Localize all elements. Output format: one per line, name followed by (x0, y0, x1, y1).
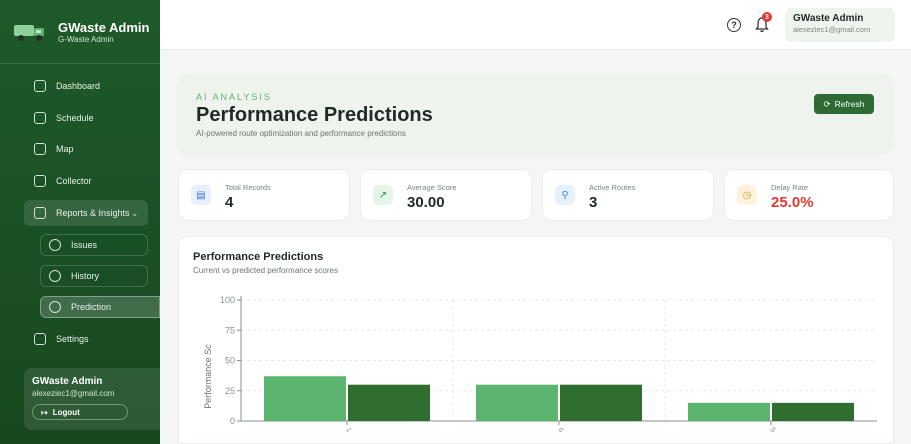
page-subtitle: AI-powered route optimization and perfor… (196, 129, 406, 138)
map-pin-icon: ⚲ (555, 185, 575, 205)
stat-value: 25.0% (771, 194, 814, 211)
bar-series-1 (688, 402, 770, 421)
sidebar-item-label: Issues (71, 239, 98, 250)
sidebar-item-label: Reports & Insights (56, 208, 130, 218)
bar-series-2 (560, 384, 642, 421)
stat-card-delay-rate: ◷ Delay Rate 25.0% (724, 169, 894, 221)
sidebar-user-name: GWaste Admin (32, 376, 103, 387)
sidebar-item-label: Prediction (71, 301, 112, 312)
clock-icon: ◷ (737, 185, 757, 205)
calendar-icon (34, 111, 46, 124)
sidebar-item-collector[interactable]: Collector (24, 169, 148, 193)
y-tick-label: 25 (225, 386, 235, 396)
sidebar-user-card: GWaste Admin alexeziec1@gmail.com ↦ Logo… (24, 368, 160, 430)
y-tick-label: 50 (225, 356, 235, 366)
bar-series-1 (476, 384, 558, 421)
x-tick-label: 5 (768, 427, 776, 434)
brand-subtitle: G-Waste Admin (58, 34, 114, 44)
y-tick-label: 100 (220, 295, 235, 305)
stat-card-average-score: ↗ Average Score 30.00 (360, 169, 532, 221)
brand-title: GWaste Admin (58, 19, 150, 35)
gear-icon (34, 332, 46, 345)
sidebar: GWaste Admin G-Waste Admin Dashboard Sch… (0, 0, 160, 444)
stat-value: 30.00 (407, 194, 445, 211)
stat-label: Active Routes (589, 183, 636, 192)
sidebar-nav: Dashboard Schedule Map Collector Reports… (0, 64, 160, 351)
warning-icon (49, 238, 61, 251)
sidebar-user-email: alexeziec1@gmail.com (32, 389, 115, 398)
bar-chart-icon: ▤ (191, 185, 211, 205)
refresh-label: Refresh (834, 99, 865, 109)
stat-value: 3 (589, 194, 598, 211)
refresh-button[interactable]: ⟳ Refresh (814, 94, 874, 114)
performance-bar-chart: 0 25 50 75 100 Performance Sc 1 6 5 (203, 295, 877, 434)
file-icon (34, 207, 46, 219)
stat-label: Average Score (407, 183, 457, 192)
sidebar-item-label: Schedule (56, 112, 94, 123)
predictions-chart-panel: Performance Predictions Current vs predi… (178, 236, 894, 444)
history-icon (49, 269, 61, 282)
sidebar-item-label: History (71, 270, 100, 281)
topbar-user-email: alexeziec1@gmail.com (793, 25, 871, 34)
sidebar-item-settings[interactable]: Settings (24, 327, 148, 351)
stat-card-active-routes: ⚲ Active Routes 3 (542, 169, 714, 221)
users-icon (34, 174, 46, 187)
truck-logo-icon (14, 24, 44, 41)
sidebar-item-label: Collector (56, 175, 92, 186)
stat-label: Total Records (225, 183, 271, 192)
x-tick-label: 6 (556, 427, 564, 434)
logout-icon: ↦ (41, 407, 48, 417)
sidebar-item-map[interactable]: Map (24, 137, 148, 161)
logout-label: Logout (52, 407, 80, 417)
bar-series-2 (348, 384, 430, 421)
map-icon (34, 143, 46, 155)
help-icon[interactable]: ? (727, 18, 741, 32)
sidebar-subitem-issues[interactable]: Issues (40, 233, 148, 256)
sidebar-item-label: Dashboard (56, 81, 101, 91)
topbar: ? 3 GWaste Admin alexeziec1@gmail.com (160, 0, 911, 50)
bar-series-1 (264, 376, 346, 421)
stat-card-total-records: ▤ Total Records 4 (178, 169, 350, 221)
bar-series-2 (772, 402, 854, 421)
notification-badge: 3 (762, 12, 772, 22)
user-menu[interactable]: GWaste Admin alexeziec1@gmail.com (785, 8, 895, 42)
sidebar-item-label: Map (56, 144, 74, 154)
hero-card: AI ANALYSIS Performance Predictions AI-p… (176, 74, 894, 156)
trend-up-icon: ↗ (373, 185, 393, 205)
page-title: Performance Predictions (196, 104, 433, 126)
y-axis-label: Performance Sc (203, 344, 213, 409)
sidebar-item-label: Settings (56, 333, 89, 344)
stat-label: Delay Rate (771, 183, 809, 192)
grid-icon (34, 80, 46, 92)
sidebar-subitem-prediction[interactable]: Prediction (40, 295, 160, 318)
x-tick-label: 1 (344, 427, 352, 434)
brand[interactable]: GWaste Admin G-Waste Admin (0, 0, 160, 64)
sidebar-subitem-history[interactable]: History (40, 264, 148, 287)
refresh-icon: ⟳ (823, 98, 831, 109)
topbar-user-name: GWaste Admin (793, 13, 864, 24)
y-tick-label: 0 (230, 416, 235, 426)
sidebar-item-reports[interactable]: Reports & Insights ⌄ (24, 200, 148, 226)
stat-value: 4 (225, 194, 234, 211)
sidebar-item-schedule[interactable]: Schedule (24, 106, 148, 130)
logout-button[interactable]: ↦ Logout (32, 404, 128, 420)
y-tick-label: 75 (225, 325, 235, 335)
sidebar-item-dashboard[interactable]: Dashboard (24, 74, 148, 98)
prediction-icon (49, 300, 61, 313)
hero-kicker: AI ANALYSIS (196, 92, 272, 102)
chevron-down-icon: ⌄ (131, 208, 138, 218)
